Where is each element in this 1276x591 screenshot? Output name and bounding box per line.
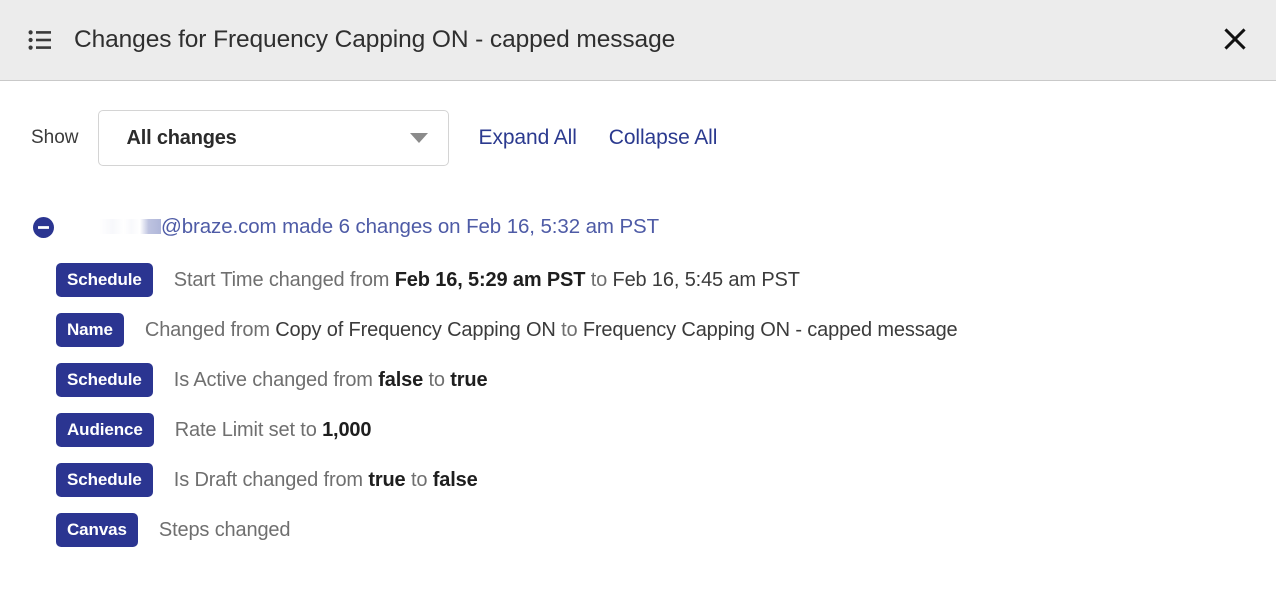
change-text-segment: to bbox=[423, 368, 451, 391]
change-text-segment: Changed from bbox=[144, 318, 276, 341]
redacted-author bbox=[99, 219, 161, 234]
change-category-badge: Schedule bbox=[56, 363, 153, 397]
changes-list: Schedule Start Time changed from Feb 16, … bbox=[0, 255, 1276, 555]
modal-header-left: Changes for Frequency Capping ON - cappe… bbox=[28, 26, 1218, 54]
change-description: Rate Limit set to 1,000 bbox=[175, 419, 372, 442]
change-description: Is Draft changed from true to false bbox=[174, 469, 478, 492]
bulleted-list-icon bbox=[28, 29, 52, 51]
change-description: Steps changed bbox=[159, 519, 291, 542]
change-category-badge: Canvas bbox=[56, 513, 138, 547]
change-row: Name Changed from Copy of Frequency Cappi… bbox=[0, 305, 1276, 355]
change-text-segment: true bbox=[368, 468, 406, 491]
change-description: Is Active changed from false to true bbox=[174, 369, 488, 392]
close-button[interactable] bbox=[1218, 23, 1252, 57]
change-text-segment: Steps changed bbox=[158, 518, 291, 541]
change-text-segment: Copy of Frequency Capping ON bbox=[275, 318, 556, 341]
change-text-segment: Is Active changed from bbox=[173, 368, 379, 391]
change-group-title: @braze.com made 6 changes on Feb 16, 5:3… bbox=[99, 215, 659, 239]
change-description: Start Time changed from Feb 16, 5:29 am … bbox=[174, 269, 800, 292]
change-text-segment: true bbox=[450, 368, 488, 391]
changes-filter-select[interactable]: All changes bbox=[97, 110, 449, 166]
change-text-segment: false bbox=[432, 468, 478, 491]
change-row: Canvas Steps changed bbox=[0, 505, 1276, 555]
chevron-down-icon bbox=[409, 133, 428, 143]
change-group-title-text: @braze.com made 6 changes on Feb 16, 5:3… bbox=[161, 215, 660, 238]
change-row: Schedule Start Time changed from Feb 16, … bbox=[0, 255, 1276, 305]
page-title: Changes for Frequency Capping ON - cappe… bbox=[74, 26, 676, 53]
change-text-segment: to bbox=[405, 468, 433, 491]
change-text-segment: Feb 16, 5:29 am PST bbox=[394, 268, 586, 291]
change-text-segment: Frequency Capping ON - capped message bbox=[582, 318, 958, 341]
change-row: Schedule Is Draft changed from true to fa… bbox=[0, 455, 1276, 505]
collapse-all-link[interactable]: Collapse All bbox=[609, 126, 718, 150]
change-category-badge: Audience bbox=[56, 413, 154, 447]
change-group-header: @braze.com made 6 changes on Feb 16, 5:3… bbox=[0, 213, 1276, 241]
change-text-segment: Is Draft changed from bbox=[173, 468, 369, 491]
change-group: @braze.com made 6 changes on Feb 16, 5:3… bbox=[0, 166, 1276, 555]
close-icon bbox=[1222, 26, 1248, 55]
change-category-badge: Schedule bbox=[56, 263, 153, 297]
change-description: Changed from Copy of Frequency Capping O… bbox=[145, 319, 958, 342]
change-text-segment: Start Time changed from bbox=[173, 268, 395, 291]
changes-filter-value: All changes bbox=[126, 126, 237, 149]
change-text-segment: Feb 16, 5:45 am PST bbox=[612, 268, 800, 291]
link-actions: Expand All Collapse All bbox=[479, 126, 718, 150]
change-text-segment: 1,000 bbox=[322, 418, 372, 441]
controls-row: Show All changes Expand All Collapse All bbox=[0, 81, 1276, 166]
minus-circle-icon[interactable] bbox=[33, 216, 54, 238]
change-text-segment: Rate Limit set to bbox=[174, 418, 323, 441]
change-row: Schedule Is Active changed from false to … bbox=[0, 355, 1276, 405]
change-text-segment: to bbox=[555, 318, 583, 341]
show-label: Show bbox=[31, 127, 79, 148]
change-text-segment: false bbox=[378, 368, 424, 391]
change-text-segment: to bbox=[585, 268, 613, 291]
change-category-badge: Schedule bbox=[56, 463, 153, 497]
expand-all-link[interactable]: Expand All bbox=[479, 126, 577, 150]
modal-header: Changes for Frequency Capping ON - cappe… bbox=[0, 0, 1276, 81]
change-category-badge: Name bbox=[56, 313, 124, 347]
change-row: Audience Rate Limit set to 1,000 bbox=[0, 405, 1276, 455]
